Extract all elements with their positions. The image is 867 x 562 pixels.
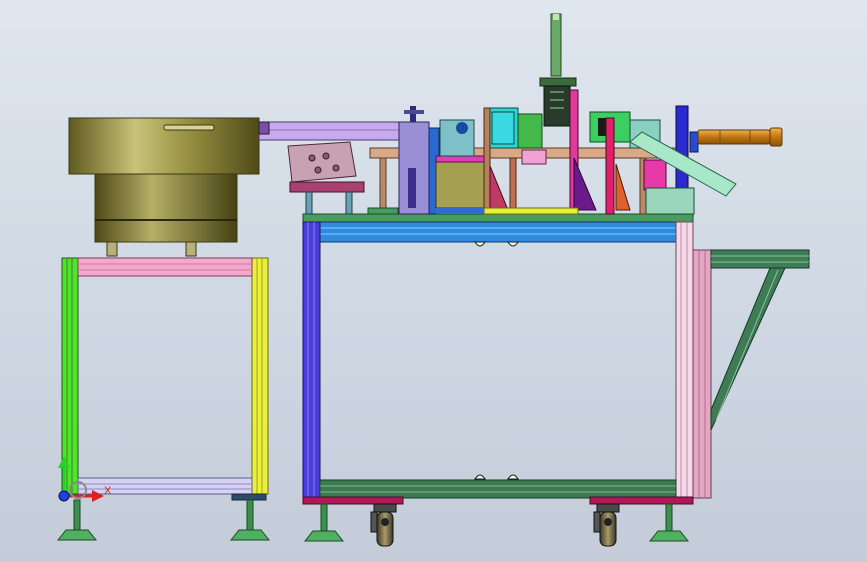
press-station	[483, 13, 597, 215]
caster-wheel	[593, 503, 620, 547]
leveling-foot	[229, 499, 271, 541]
escapement-module	[287, 141, 365, 215]
machine-assembly-drawing: X Y	[56, 13, 810, 547]
caster-wheel	[370, 503, 397, 547]
cad-viewport[interactable]: X Y	[0, 0, 867, 562]
z-axis-dot	[58, 490, 70, 502]
main-table-frame	[302, 213, 712, 505]
transfer-station	[398, 106, 485, 215]
feed-rail	[258, 121, 400, 141]
leveling-foot	[648, 503, 690, 542]
air-cylinder	[689, 127, 783, 153]
x-axis-label: X	[104, 485, 112, 497]
leveling-foot	[56, 499, 98, 541]
y-axis-label: Y	[60, 461, 68, 473]
side-bracket	[710, 249, 810, 431]
vibratory-bowl-feeder	[68, 117, 260, 257]
leveling-foot	[303, 503, 345, 542]
feeder-stand	[61, 257, 269, 501]
table-top-plate	[367, 207, 399, 215]
